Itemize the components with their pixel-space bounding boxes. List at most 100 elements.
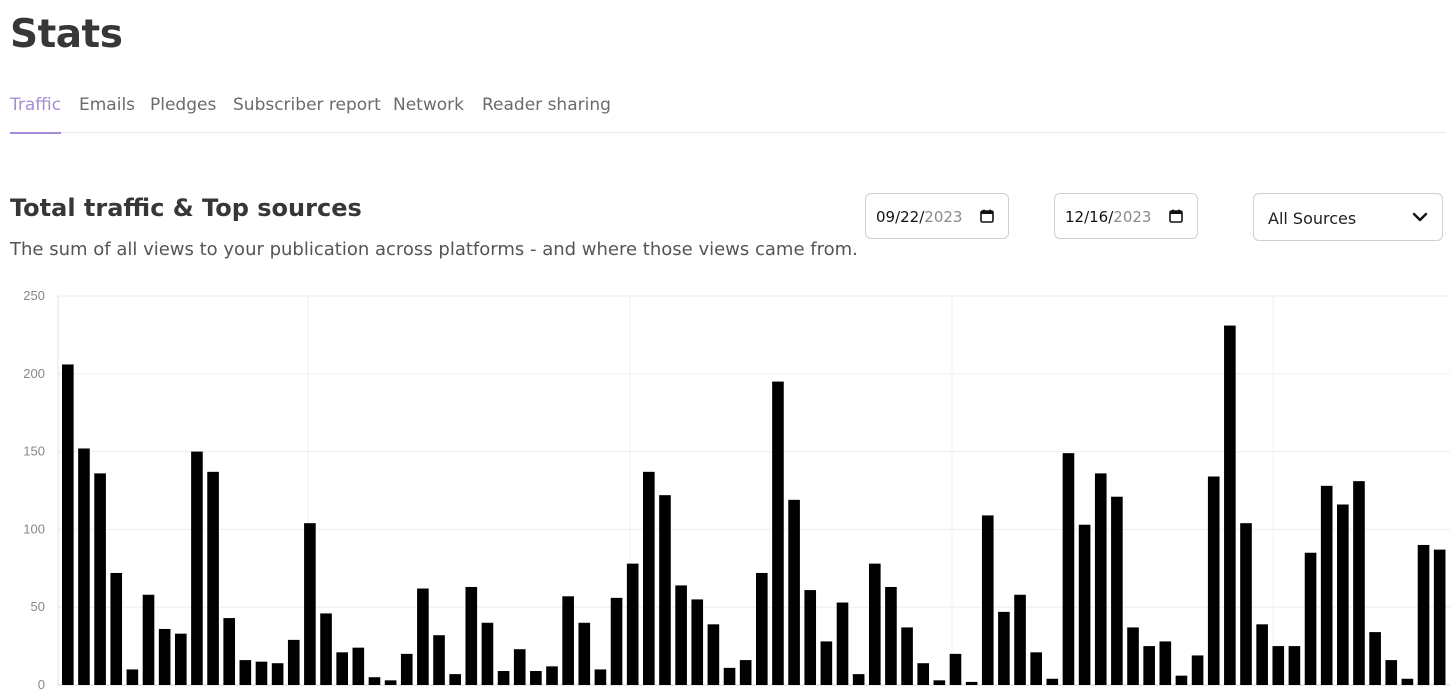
bar[interactable] [1304, 552, 1317, 685]
bar[interactable] [1030, 652, 1042, 685]
bar[interactable] [594, 669, 607, 685]
bar[interactable] [1207, 476, 1220, 686]
bar[interactable] [804, 590, 817, 685]
bar[interactable] [497, 671, 510, 685]
bar[interactable] [1240, 523, 1252, 685]
calendar-icon[interactable] [980, 209, 994, 223]
bar[interactable] [981, 515, 994, 685]
bar[interactable] [110, 572, 123, 685]
bar[interactable] [191, 451, 203, 685]
bar[interactable] [788, 499, 800, 685]
bar[interactable] [1191, 655, 1204, 685]
tab-pledges[interactable]: Pledges [150, 95, 216, 132]
bar[interactable] [1127, 627, 1139, 685]
bar[interactable] [271, 663, 284, 685]
bar[interactable] [126, 669, 139, 685]
tab-emails[interactable]: Emails [79, 95, 135, 132]
bar[interactable] [949, 653, 962, 685]
bar[interactable] [707, 624, 720, 685]
bar[interactable] [659, 495, 671, 685]
bar[interactable] [255, 661, 268, 685]
bar[interactable] [513, 649, 526, 685]
bar[interactable] [1175, 675, 1188, 685]
bar[interactable] [287, 639, 300, 685]
bar[interactable] [142, 594, 155, 685]
bar[interactable] [868, 563, 881, 685]
bar[interactable] [400, 653, 413, 685]
bar[interactable] [207, 471, 219, 685]
bar[interactable] [368, 677, 381, 685]
bar[interactable] [1385, 660, 1398, 685]
start-date-input[interactable]: 09/22/2023 [865, 193, 1009, 239]
calendar-icon[interactable] [1169, 209, 1183, 223]
bar[interactable] [433, 635, 445, 685]
bar[interactable] [384, 680, 397, 685]
bar[interactable] [1417, 544, 1430, 685]
bar[interactable] [449, 674, 461, 685]
bar[interactable] [1046, 678, 1059, 685]
bar[interactable] [530, 671, 542, 685]
bar[interactable] [465, 586, 478, 685]
bar[interactable] [336, 652, 348, 685]
bar[interactable] [1143, 646, 1155, 685]
bar[interactable] [820, 641, 833, 685]
bar[interactable] [1256, 624, 1268, 685]
bar[interactable] [1320, 485, 1333, 685]
bar[interactable] [223, 618, 236, 685]
bar[interactable] [917, 663, 930, 685]
bar[interactable] [94, 473, 106, 685]
bar[interactable] [626, 563, 639, 685]
bar[interactable] [578, 622, 591, 685]
source-select-value: All Sources [1268, 209, 1357, 228]
bar[interactable] [610, 597, 623, 685]
bar[interactable] [1353, 481, 1365, 685]
bar[interactable] [852, 674, 865, 685]
bar[interactable] [1224, 325, 1236, 685]
bar[interactable] [723, 667, 736, 685]
bar[interactable] [1094, 473, 1107, 685]
bar[interactable] [836, 602, 849, 685]
bar[interactable] [1062, 453, 1075, 685]
bar[interactable] [933, 680, 946, 685]
bar[interactable] [158, 628, 171, 685]
bar[interactable] [481, 622, 494, 685]
tab-reader-sharing[interactable]: Reader sharing [482, 95, 611, 132]
bar[interactable] [1078, 524, 1091, 685]
bar[interactable] [1159, 641, 1172, 685]
y-tick-label: 150 [23, 444, 45, 459]
bar[interactable] [562, 596, 574, 685]
bar[interactable] [756, 572, 768, 685]
bar[interactable] [1369, 632, 1381, 685]
bar[interactable] [320, 613, 332, 685]
bar[interactable] [1401, 678, 1414, 685]
bar[interactable] [1433, 549, 1446, 685]
tab-traffic[interactable]: Traffic [10, 95, 62, 134]
bar[interactable] [998, 611, 1010, 685]
bar[interactable] [965, 681, 978, 685]
bar[interactable] [62, 364, 74, 685]
bar[interactable] [1337, 504, 1349, 686]
chevron-down-icon [1412, 212, 1428, 222]
bar[interactable] [643, 471, 655, 685]
bar[interactable] [691, 599, 704, 685]
bar[interactable] [901, 627, 913, 685]
bar[interactable] [304, 523, 316, 685]
bar[interactable] [174, 633, 187, 685]
bar[interactable] [352, 647, 365, 685]
bar[interactable] [1111, 496, 1123, 685]
bar[interactable] [239, 660, 252, 685]
tab-network[interactable]: Network [393, 95, 464, 132]
bar[interactable] [1272, 646, 1285, 685]
bar[interactable] [1014, 594, 1026, 685]
bar[interactable] [675, 585, 687, 685]
bar[interactable] [417, 588, 429, 685]
tab-subscriber-report[interactable]: Subscriber report [233, 95, 381, 132]
bar[interactable] [885, 586, 897, 685]
bar[interactable] [1288, 646, 1301, 685]
source-select[interactable]: All Sources [1253, 193, 1443, 241]
bar[interactable] [739, 660, 752, 685]
bar[interactable] [78, 448, 90, 685]
end-date-input[interactable]: 12/16/2023 [1054, 193, 1198, 239]
bar[interactable] [546, 666, 558, 685]
bar[interactable] [772, 381, 784, 685]
